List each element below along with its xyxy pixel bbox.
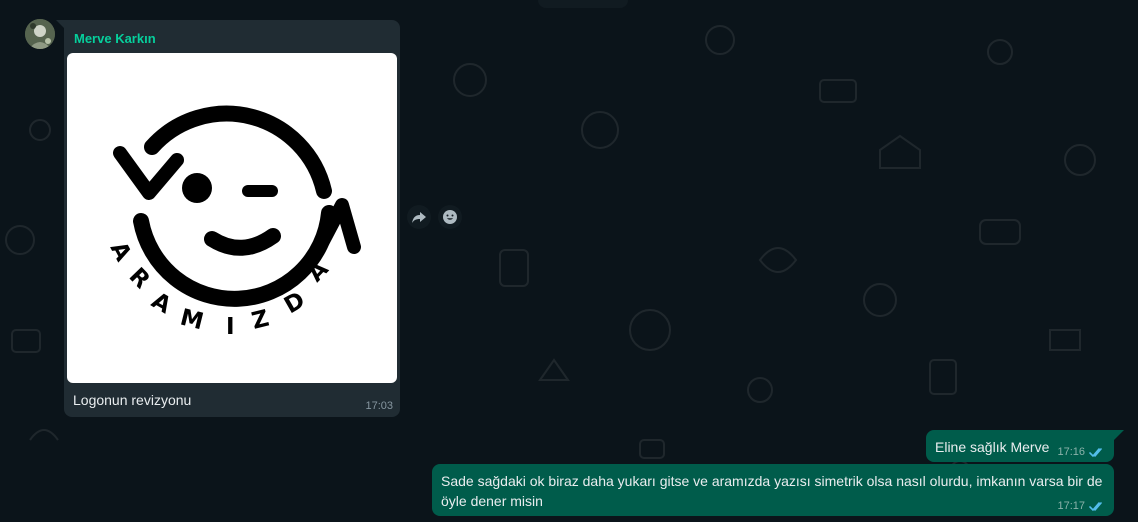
outgoing-message-bubble[interactable]: Eline sağlık Merve 17:16 xyxy=(926,430,1114,462)
message-time: 17:03 xyxy=(365,400,393,412)
double-check-icon xyxy=(1089,447,1102,457)
image-caption: Logonun revizyonu xyxy=(73,392,192,408)
logo-letter: A xyxy=(105,238,136,266)
forward-icon xyxy=(412,212,426,223)
logo-letter: A xyxy=(147,288,176,320)
user-avatar-icon xyxy=(25,19,55,49)
date-pill xyxy=(538,0,628,8)
sender-name[interactable]: Merve Karkın xyxy=(74,31,156,46)
outgoing-bubble-tail xyxy=(1114,430,1124,440)
message-time: 17:17 xyxy=(1057,500,1085,512)
message-time: 17:16 xyxy=(1057,446,1085,458)
forward-button[interactable] xyxy=(407,205,431,229)
logo-letter: I xyxy=(226,314,235,340)
message-text: Sade sağdaki ok biraz daha yukarı gitse … xyxy=(441,473,1103,509)
sender-avatar[interactable] xyxy=(25,19,55,49)
react-button[interactable] xyxy=(438,205,462,229)
logo-letter: M xyxy=(178,305,207,336)
emoji-icon xyxy=(443,210,457,224)
image-attachment[interactable]: A R A M I Z D A xyxy=(67,53,397,383)
message-meta: 17:16 xyxy=(1057,446,1106,458)
outgoing-message-bubble[interactable]: Sade sağdaki ok biraz daha yukarı gitse … xyxy=(432,464,1114,516)
double-check-icon xyxy=(1089,501,1102,511)
message-text: Eline sağlık Merve xyxy=(935,439,1050,455)
incoming-message-bubble[interactable]: Merve Karkın A R A M I Z D A Logonun rev… xyxy=(64,20,400,417)
aramizda-logo-icon: A R A M I Z D A xyxy=(105,105,361,340)
logo-letter: Z xyxy=(249,306,271,335)
message-meta: 17:17 xyxy=(1057,500,1106,512)
logo-letter: R xyxy=(124,263,155,294)
